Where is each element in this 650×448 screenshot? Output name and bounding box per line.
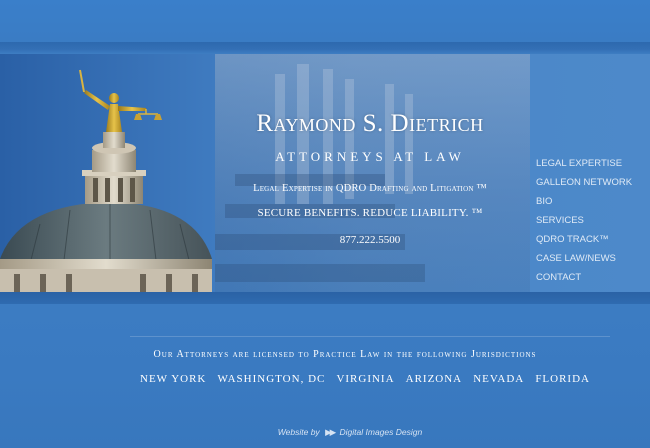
benefits-line: SECURE BENEFITS. REDUCE LIABILITY. ™	[257, 207, 483, 219]
nav-item-qdro-track[interactable]: QDRO TRACK™	[536, 230, 646, 249]
jurisdiction-item: NEW YORK	[140, 373, 207, 385]
website-credit[interactable]: Website by ▶▶ Digital Images Design	[230, 427, 470, 438]
expertise-line: Legal Expertise in QDRO Drafting and Lit…	[253, 183, 487, 194]
top-band	[0, 0, 650, 42]
jurisdiction-item: FLORIDA	[535, 373, 590, 385]
jurisdictions-title: Our Attorneys are licensed to Practice L…	[153, 349, 537, 360]
header-banner: Raymond S. Dietrich Attorneys at Law Leg…	[0, 54, 650, 292]
courtroom-image	[215, 54, 530, 292]
main-nav: LEGAL EXPERTISE GALLEON NETWORK BIO SERV…	[536, 154, 646, 287]
phone-number: 877.222.5500	[339, 234, 401, 246]
double-arrow-icon: ▶▶	[325, 427, 336, 437]
jurisdiction-item: ARIZONA	[405, 373, 463, 385]
tagline: Attorneys at Law	[275, 149, 465, 164]
courtroom-illustration	[215, 54, 530, 292]
nav-item-legal-expertise[interactable]: LEGAL EXPERTISE	[536, 154, 646, 173]
courthouse-dome-illustration	[0, 54, 215, 292]
divider	[130, 336, 610, 337]
jurisdiction-item: VIRGINIA	[336, 373, 395, 385]
top-strip	[0, 42, 650, 54]
nav-item-bio[interactable]: BIO	[536, 192, 646, 211]
nav-item-case-law-news[interactable]: CASE LAW/NEWS	[536, 249, 646, 268]
jurisdiction-item: NEVADA	[473, 373, 525, 385]
nav-item-galleon-network[interactable]: GALLEON NETWORK	[536, 173, 646, 192]
firm-name: Raymond S. Dietrich	[256, 110, 484, 137]
nav-item-contact[interactable]: CONTACT	[536, 268, 646, 287]
bottom-strip	[0, 292, 650, 304]
jurisdiction-list: NEW YORK WASHINGTON, DC VIRGINIA ARIZONA…	[140, 373, 590, 385]
jurisdiction-item: WASHINGTON, DC	[217, 373, 326, 385]
dome-image	[0, 54, 215, 292]
credit-prefix: Website by	[277, 427, 320, 437]
credit-company[interactable]: Digital Images Design	[340, 427, 423, 437]
nav-item-services[interactable]: SERVICES	[536, 211, 646, 230]
